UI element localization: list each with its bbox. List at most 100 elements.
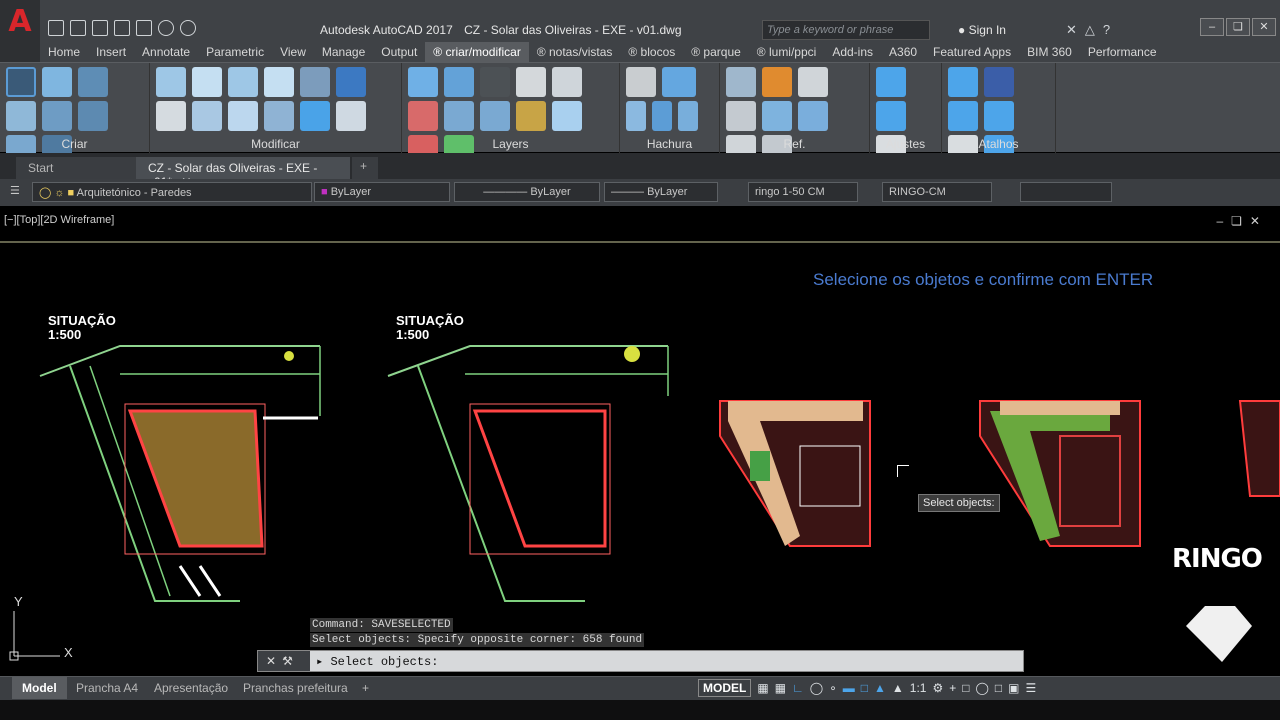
pentagon-icon[interactable] bbox=[300, 101, 330, 131]
abc-layer-3-icon[interactable] bbox=[516, 101, 546, 131]
table-icon[interactable] bbox=[726, 101, 756, 131]
hatch-small-3-icon[interactable] bbox=[678, 101, 698, 131]
new-tab-button[interactable]: + bbox=[352, 157, 378, 179]
trim-icon[interactable] bbox=[300, 67, 330, 97]
polyline-icon[interactable] bbox=[336, 101, 366, 131]
close-icon[interactable]: ✕ bbox=[266, 654, 276, 668]
viewport-controls[interactable]: –❏✕ bbox=[1217, 214, 1269, 228]
ribbon-tab-8[interactable]: ® notas/vistas bbox=[529, 42, 621, 62]
stretch-icon[interactable] bbox=[192, 67, 222, 97]
ribbon-tab-10[interactable]: ® parque bbox=[683, 42, 749, 62]
ribbon-tab-3[interactable]: Parametric bbox=[198, 42, 272, 62]
model-space-button[interactable]: MODEL bbox=[698, 679, 752, 697]
plant-icon[interactable] bbox=[798, 67, 828, 97]
move-icon[interactable] bbox=[156, 67, 186, 97]
viewport-label[interactable]: [−][Top][2D Wireframe] bbox=[4, 214, 114, 226]
paint-icon[interactable] bbox=[726, 67, 756, 97]
ribbon-tab-11[interactable]: ® lumi/ppci bbox=[749, 42, 825, 62]
abc-layer-icon[interactable] bbox=[444, 101, 474, 131]
ribbon-tab-1[interactable]: Insert bbox=[88, 42, 134, 62]
close-button[interactable]: ✕ bbox=[1252, 18, 1276, 36]
dim-style-dropdown[interactable]: RINGO-CM bbox=[882, 182, 992, 202]
annotation-visibility-icon[interactable]: ▲ bbox=[874, 681, 886, 695]
ribbon-tab-0[interactable]: Home bbox=[40, 42, 88, 62]
light-icon[interactable] bbox=[762, 101, 792, 131]
hatch-grid-icon[interactable] bbox=[662, 67, 696, 97]
announce-icon[interactable] bbox=[948, 101, 978, 131]
mirror-icon[interactable] bbox=[78, 101, 108, 131]
search-input[interactable]: Type a keyword or phrase bbox=[762, 20, 930, 40]
tab-start[interactable]: Start bbox=[16, 157, 136, 179]
add-layout-button[interactable]: + bbox=[352, 677, 379, 699]
ribbon-tab-2[interactable]: Annotate bbox=[134, 42, 198, 62]
pattern-icon[interactable] bbox=[552, 101, 582, 131]
undo-icon[interactable] bbox=[158, 20, 174, 36]
snap-icon[interactable]: ▦ bbox=[775, 681, 786, 695]
ribbon-tab-12[interactable]: Add-ins bbox=[824, 42, 881, 62]
sign-in-button[interactable]: ● Sign In bbox=[958, 23, 1006, 37]
spacing-icon[interactable] bbox=[228, 101, 258, 131]
tab-current-drawing[interactable]: CZ - Solar das Oliveiras - EXE - v01* ✕ bbox=[136, 157, 350, 189]
shortcut-icon[interactable] bbox=[948, 67, 978, 97]
ribbon-tab-13[interactable]: A360 bbox=[881, 42, 925, 62]
hatch-solid-icon[interactable] bbox=[626, 67, 656, 97]
abc-layer-2-icon[interactable] bbox=[480, 101, 510, 131]
help-icon[interactable]: ? bbox=[1103, 22, 1110, 38]
minimize-button[interactable]: – bbox=[1200, 18, 1224, 36]
wall-icon[interactable] bbox=[42, 101, 72, 131]
person-icon[interactable] bbox=[762, 67, 792, 97]
ribbon-tab-16[interactable]: Performance bbox=[1080, 42, 1165, 62]
polar-icon[interactable]: ◯ bbox=[810, 681, 823, 695]
house-icon[interactable] bbox=[444, 67, 474, 97]
plus-icon[interactable]: + bbox=[949, 681, 956, 695]
layer-stack-icon[interactable] bbox=[408, 67, 438, 97]
ribbon-tab-14[interactable]: Featured Apps bbox=[925, 42, 1019, 62]
hatch-small-2-icon[interactable] bbox=[652, 101, 672, 131]
measure-icon[interactable] bbox=[264, 101, 294, 131]
copy-icon[interactable] bbox=[264, 67, 294, 97]
byblock-icon[interactable] bbox=[336, 67, 366, 97]
save-as-icon[interactable] bbox=[114, 20, 130, 36]
array-icon[interactable] bbox=[228, 67, 258, 97]
annotate-icon[interactable] bbox=[876, 67, 906, 97]
new-icon[interactable] bbox=[48, 20, 64, 36]
workspace-gear-icon[interactable]: ⚙ bbox=[932, 681, 943, 695]
layer-properties-icon[interactable]: ☰ bbox=[8, 182, 28, 202]
arrow-icon[interactable] bbox=[42, 67, 72, 97]
extra-dropdown[interactable] bbox=[1020, 182, 1112, 202]
print-icon[interactable] bbox=[136, 20, 152, 36]
linetype-dropdown[interactable]: ———— ByLayer bbox=[454, 182, 600, 202]
ribbon-tab-9[interactable]: ® blocos bbox=[620, 42, 683, 62]
isolate-icon[interactable]: ◯ bbox=[975, 681, 988, 695]
layer-dropdown[interactable]: ◯ ☼ ■ Arquitetónico - Paredes bbox=[32, 182, 312, 202]
redo-icon[interactable] bbox=[180, 20, 196, 36]
exchange-icon[interactable]: ✕ bbox=[1066, 22, 1077, 38]
lock-icon[interactable] bbox=[552, 67, 582, 97]
command-line[interactable]: ✕ ⚒ ▸ Select objects: bbox=[257, 650, 1024, 672]
wrench-icon[interactable]: ⚒ bbox=[282, 654, 293, 668]
tab-model[interactable]: Model bbox=[12, 677, 67, 699]
save-icon[interactable] bbox=[92, 20, 108, 36]
object-snap-icon[interactable]: ∘ bbox=[829, 681, 837, 695]
rectangle-icon[interactable] bbox=[6, 101, 36, 131]
open-icon[interactable] bbox=[70, 20, 86, 36]
auto-scale-icon[interactable]: ▲ bbox=[892, 681, 904, 695]
planet-icon[interactable] bbox=[984, 101, 1014, 131]
tab-apresentacao[interactable]: Apresentação bbox=[144, 677, 238, 699]
tab-pranchas-prefeitura[interactable]: Pranchas prefeitura bbox=[233, 677, 358, 699]
freeze-icon[interactable] bbox=[408, 101, 438, 131]
hardware-acceleration-icon[interactable]: □ bbox=[995, 681, 1002, 695]
fillet-icon[interactable] bbox=[156, 101, 186, 131]
grid-icon[interactable]: ▦ bbox=[757, 681, 768, 695]
clean-screen-icon[interactable]: ▣ bbox=[1008, 681, 1019, 695]
hatch-small-icon[interactable] bbox=[626, 101, 646, 131]
lineweight-icon[interactable]: ▬ bbox=[843, 681, 855, 695]
color-dropdown[interactable]: ■ ByLayer bbox=[314, 182, 450, 202]
restore-button[interactable]: ❏ bbox=[1226, 18, 1250, 36]
text-style-dropdown[interactable]: ringo 1-50 CM bbox=[748, 182, 858, 202]
lineweight-dropdown[interactable]: ——— ByLayer bbox=[604, 182, 718, 202]
selection-cycling-icon[interactable]: □ bbox=[861, 681, 868, 695]
tag-icon[interactable] bbox=[798, 101, 828, 131]
customize-menu-icon[interactable]: ☰ bbox=[1026, 681, 1037, 695]
ribbon-tab-4[interactable]: View bbox=[272, 42, 314, 62]
